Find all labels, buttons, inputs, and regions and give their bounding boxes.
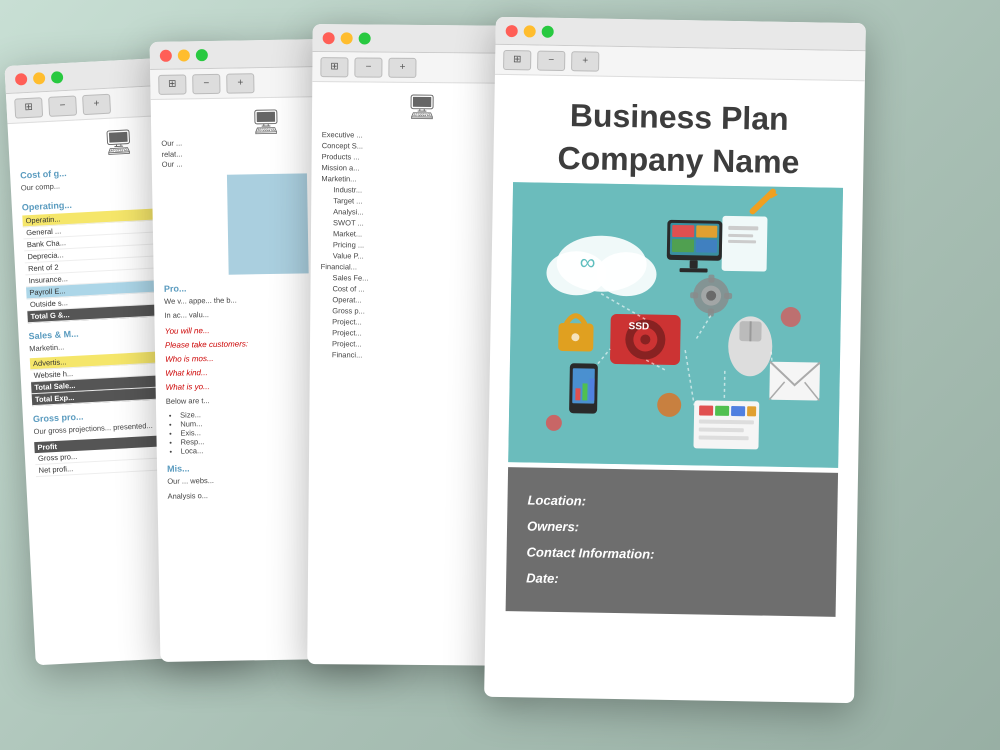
minimize-button-4[interactable] xyxy=(524,25,536,37)
close-button-2[interactable] xyxy=(160,49,172,61)
layout-btn-2[interactable]: ⊞ xyxy=(158,74,186,94)
business-plan-title-line1: Business Plan xyxy=(514,95,845,139)
minimize-button-3[interactable] xyxy=(341,32,353,44)
date-label: Date: xyxy=(526,565,816,596)
row-label: Gross pro... xyxy=(38,451,78,462)
maximize-button-2[interactable] xyxy=(196,49,208,61)
minimize-button-2[interactable] xyxy=(178,49,190,61)
business-plan-title-line2: Company Name xyxy=(513,139,844,183)
maximize-button-1[interactable] xyxy=(51,71,64,84)
maximize-button-3[interactable] xyxy=(359,32,371,44)
row-label: Outside s... xyxy=(30,298,68,309)
svg-text:SSD: SSD xyxy=(628,321,649,332)
row-label: Payroll E... xyxy=(29,286,66,297)
cover-image: ∞ xyxy=(508,182,843,468)
maximize-button-4[interactable] xyxy=(542,25,554,37)
row-label: Net profi... xyxy=(38,464,73,475)
row-label: Insurance... xyxy=(28,274,68,285)
zoom-in-btn-3[interactable]: + xyxy=(388,57,416,77)
close-button-4[interactable] xyxy=(506,24,518,36)
zoom-in-btn-4[interactable]: + xyxy=(571,51,599,71)
layout-btn-1[interactable]: ⊞ xyxy=(14,97,43,118)
document-window-4: ⊞ − + Business Plan Company Name ∞ xyxy=(484,17,866,703)
row-label: Deprecia... xyxy=(27,250,64,261)
minimize-button-1[interactable] xyxy=(33,72,46,85)
zoom-in-btn-2[interactable]: + xyxy=(226,73,254,93)
row-label: Bank Cha... xyxy=(27,238,67,249)
zoom-out-btn-2[interactable]: − xyxy=(192,73,220,93)
row-label: Rent of 2 xyxy=(28,262,59,273)
row-label: Operatin... xyxy=(25,214,60,225)
zoom-in-btn-1[interactable]: + xyxy=(82,93,111,114)
layout-btn-3[interactable]: ⊞ xyxy=(320,57,348,77)
zoom-out-btn-4[interactable]: − xyxy=(537,50,565,70)
row-label: Total Sale... xyxy=(34,381,76,392)
close-button-3[interactable] xyxy=(323,32,335,44)
contact-label: Contact Information: xyxy=(526,539,816,570)
zoom-out-btn-3[interactable]: − xyxy=(354,57,382,77)
monitor-icon-3: 🖥 xyxy=(322,92,522,123)
close-button-1[interactable] xyxy=(15,73,28,86)
blue-rectangle xyxy=(227,173,309,274)
row-label: Total Exp... xyxy=(35,393,75,404)
row-label: General ... xyxy=(26,226,61,237)
cover-svg: ∞ xyxy=(508,182,843,468)
row-label: Advertis... xyxy=(33,357,67,368)
layout-btn-4[interactable]: ⊞ xyxy=(503,49,531,69)
svg-text:∞: ∞ xyxy=(579,249,595,274)
row-label: Website h... xyxy=(33,369,73,380)
row-label: Total G &... xyxy=(30,310,69,321)
profit-label: Profit xyxy=(37,441,57,451)
bp-footer: Location: Owners: Contact Information: D… xyxy=(506,467,838,617)
doc4-content: Business Plan Company Name ∞ xyxy=(484,75,865,703)
zoom-out-btn-1[interactable]: − xyxy=(48,95,77,116)
